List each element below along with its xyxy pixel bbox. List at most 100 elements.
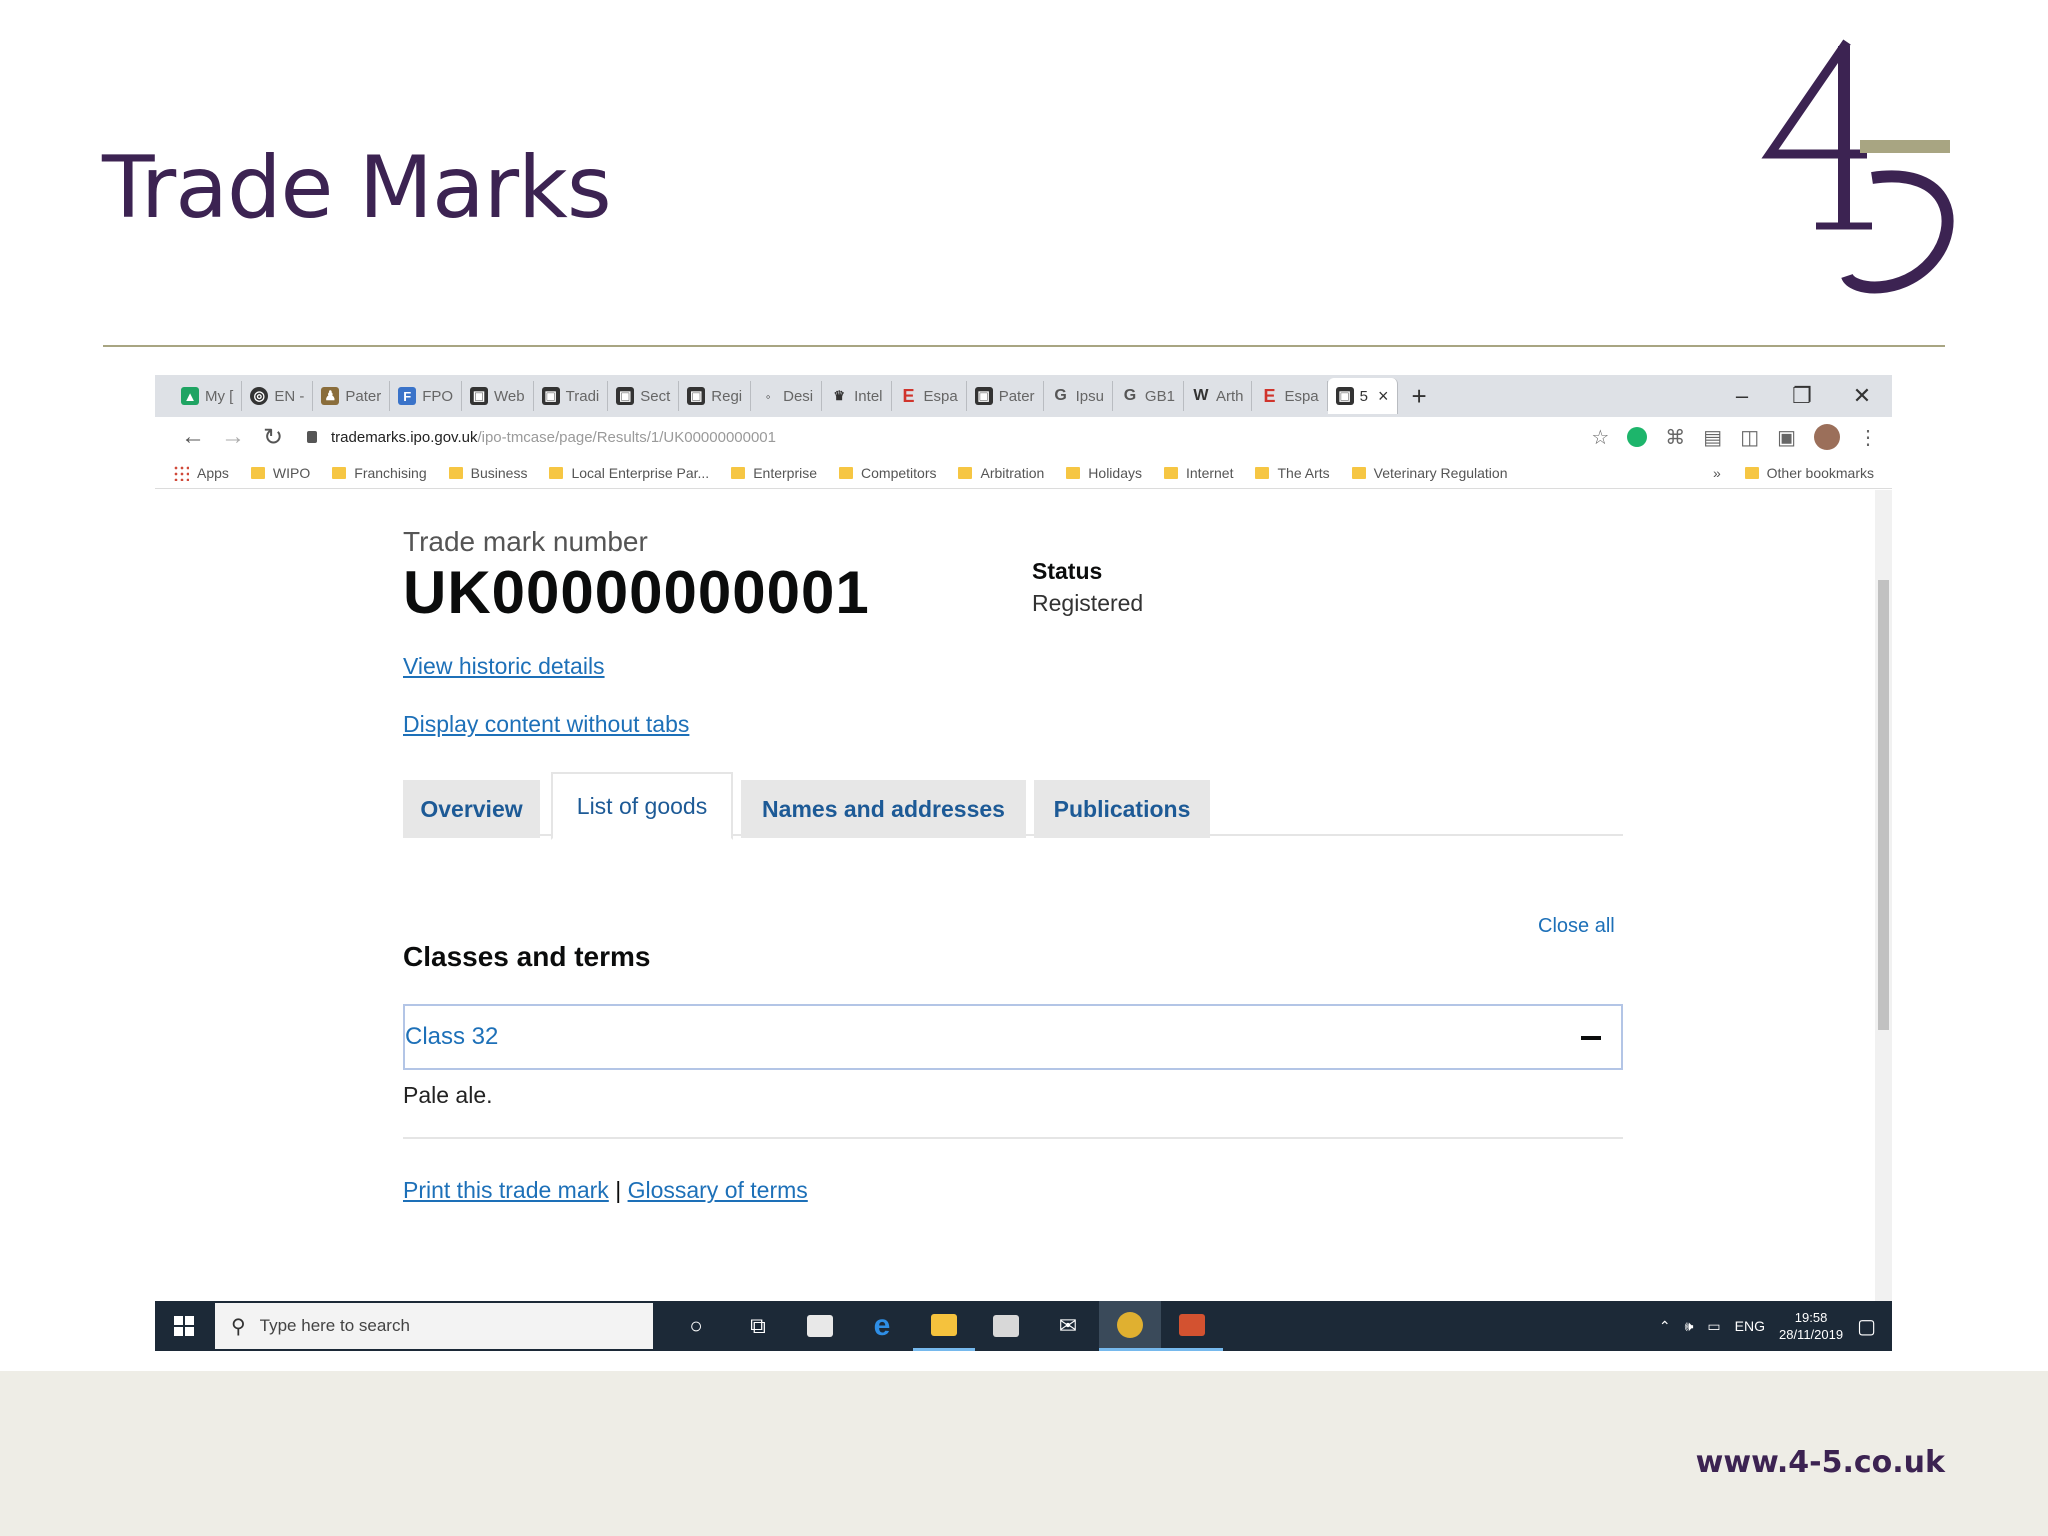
- cortana-icon[interactable]: ○: [665, 1301, 727, 1351]
- bookmark-folder[interactable]: Veterinary Regulation: [1351, 465, 1508, 481]
- browser-tab[interactable]: ♟ Pater: [313, 381, 391, 411]
- browser-tab[interactable]: ◦ Desi: [751, 381, 823, 411]
- link-separator: |: [615, 1177, 622, 1203]
- close-window-icon[interactable]: ✕: [1832, 375, 1892, 417]
- menu-dots-icon[interactable]: ⋮: [1858, 425, 1878, 450]
- bookmark-folder[interactable]: Holidays: [1066, 465, 1142, 481]
- goods-description: Pale ale.: [403, 1082, 493, 1108]
- extension-icon[interactable]: [1627, 427, 1648, 447]
- camera-icon[interactable]: ◫: [1740, 425, 1759, 450]
- e-icon: E: [902, 385, 915, 406]
- class-accordion[interactable]: Class 32: [403, 1004, 1623, 1070]
- bookmark-folder[interactable]: Competitors: [839, 465, 936, 481]
- clock[interactable]: 19:58 28/11/2019: [1779, 1309, 1843, 1343]
- extension-icon[interactable]: ⌘: [1665, 425, 1685, 450]
- start-button[interactable]: [155, 1301, 213, 1351]
- bookmark-folder[interactable]: Business: [448, 465, 527, 481]
- web-page-content: Trade mark number UK00000000001 Status R…: [155, 490, 1875, 1301]
- page-scrollbar[interactable]: [1875, 490, 1892, 1301]
- glossary-link[interactable]: Glossary of terms: [628, 1177, 808, 1203]
- browser-tab[interactable]: ▲ My [: [173, 381, 243, 411]
- status-value: Registered: [1032, 590, 1144, 616]
- bookmark-folder[interactable]: Enterprise: [731, 465, 817, 481]
- google-icon: G: [1054, 387, 1067, 404]
- folder-icon: [958, 466, 973, 479]
- browser-tab[interactable]: ▣ Regi: [679, 381, 752, 411]
- browser-tab[interactable]: ▣ Web: [462, 381, 534, 411]
- tab-names-and-addresses[interactable]: Names and addresses: [741, 780, 1026, 838]
- profile-avatar[interactable]: [1814, 424, 1840, 450]
- taskbar-search[interactable]: ⚲ Type here to search: [215, 1303, 653, 1349]
- powerpoint-icon[interactable]: [1161, 1301, 1223, 1351]
- reload-icon[interactable]: ↻: [253, 423, 293, 452]
- store-icon[interactable]: [789, 1301, 851, 1351]
- taskbar-apps: ○ ⧉ e ✉: [665, 1301, 1223, 1351]
- company-logo: [1761, 39, 1954, 294]
- page-icon: ▣: [687, 387, 706, 405]
- battery-icon[interactable]: ▭: [1707, 1318, 1720, 1335]
- view-historic-details-link[interactable]: View historic details: [403, 653, 605, 680]
- bookmark-apps[interactable]: Apps: [173, 464, 229, 481]
- media-player-icon[interactable]: [975, 1301, 1037, 1351]
- language-indicator[interactable]: ENG: [1735, 1318, 1765, 1334]
- crest-icon: ♛: [833, 388, 845, 403]
- extension-icon[interactable]: ▤: [1703, 425, 1722, 450]
- close-all-link[interactable]: Close all: [1538, 915, 1615, 938]
- browser-tab[interactable]: ▣ Pater: [967, 381, 1044, 411]
- edge-icon[interactable]: e: [851, 1301, 913, 1351]
- system-tray: ⌃ 🕪 ▭ ENG 19:58 28/11/2019 ▢: [1659, 1301, 1876, 1351]
- browser-tab[interactable]: E Espa: [892, 381, 967, 411]
- bookmark-folder[interactable]: Internet: [1164, 465, 1233, 481]
- trade-mark-number-label: Trade mark number: [403, 526, 648, 557]
- bookmark-folder[interactable]: Arbitration: [958, 465, 1044, 481]
- browser-tab[interactable]: G GB1: [1113, 381, 1184, 411]
- bookmark-folder[interactable]: Local Enterprise Par...: [549, 465, 709, 481]
- browser-tab[interactable]: ◎ EN -: [242, 381, 314, 411]
- folder-icon: [731, 466, 746, 479]
- mail-icon[interactable]: ✉: [1037, 1301, 1099, 1351]
- browser-tab[interactable]: ♛ Intel: [822, 381, 892, 411]
- restore-icon[interactable]: ❐: [1772, 375, 1832, 417]
- clock-date: 28/11/2019: [1778, 1327, 1844, 1342]
- file-explorer-icon[interactable]: [913, 1301, 975, 1351]
- volume-icon[interactable]: 🕪: [1685, 1318, 1694, 1335]
- print-trade-mark-link[interactable]: Print this trade mark: [403, 1177, 609, 1203]
- tab-list-of-goods[interactable]: List of goods: [551, 772, 733, 840]
- chrome-icon[interactable]: [1099, 1301, 1161, 1351]
- bookmarks-overflow[interactable]: » Other bookmarks: [1713, 465, 1874, 481]
- browser-tab[interactable]: G Ipsu: [1044, 381, 1113, 411]
- folder-icon: [839, 466, 854, 479]
- display-without-tabs-link[interactable]: Display content without tabs: [403, 711, 689, 738]
- tab-publications[interactable]: Publications: [1034, 780, 1210, 838]
- classes-heading: Classes and terms: [403, 941, 651, 972]
- task-view-icon[interactable]: ⧉: [727, 1301, 789, 1351]
- minimize-icon[interactable]: –: [1712, 375, 1772, 417]
- bookmark-folder[interactable]: WIPO: [250, 465, 310, 481]
- forward-arrow-icon[interactable]: →: [213, 423, 253, 451]
- browser-tab-active[interactable]: ▣ 5 ×: [1327, 378, 1398, 414]
- back-arrow-icon[interactable]: ←: [173, 423, 213, 451]
- browser-tab[interactable]: ▣ Tradi: [534, 381, 609, 411]
- chevron-up-icon[interactable]: ⌃: [1659, 1318, 1671, 1335]
- browser-tab[interactable]: ▣ Sect: [608, 381, 680, 411]
- notifications-icon[interactable]: ▢: [1857, 1314, 1876, 1339]
- close-tab-icon[interactable]: ×: [1378, 386, 1389, 407]
- url-field[interactable]: trademarks.ipo.gov.uk/ipo-tmcase/page/Re…: [307, 429, 776, 446]
- bookmark-folder[interactable]: The Arts: [1255, 465, 1330, 481]
- browser-tab[interactable]: W Arth: [1184, 381, 1253, 411]
- new-tab-icon[interactable]: +: [1412, 381, 1427, 412]
- browser-tab[interactable]: F FPO: [390, 381, 463, 411]
- folder-icon: [250, 466, 265, 479]
- browser-screenshot: ▲ My [ ◎ EN - ♟ Pater F FPO ▣ Web ▣ Tradi ▣ Sec…: [155, 375, 1892, 1351]
- collapse-minus-icon[interactable]: [1581, 1036, 1601, 1040]
- star-icon[interactable]: ☆: [1591, 425, 1609, 450]
- browser-tab[interactable]: E Espa: [1252, 381, 1328, 411]
- folder-icon: [332, 466, 347, 479]
- people-icon: ♟: [321, 387, 340, 405]
- bookmark-folder[interactable]: Franchising: [332, 465, 427, 481]
- tab-overview[interactable]: Overview: [403, 780, 540, 838]
- scrollbar-thumb[interactable]: [1878, 580, 1889, 1030]
- folder-icon: [1351, 466, 1366, 479]
- extension-icon[interactable]: ▣: [1777, 425, 1796, 450]
- folder-icon: [1066, 466, 1081, 479]
